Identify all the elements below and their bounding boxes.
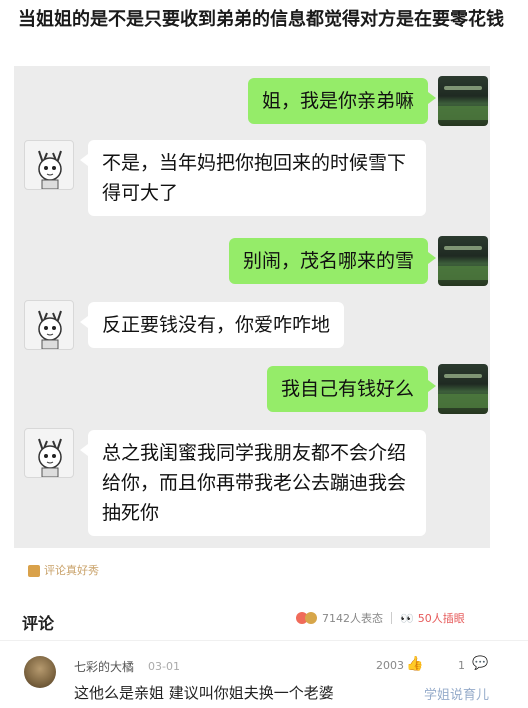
sister-avatar: [24, 300, 74, 350]
watching-count[interactable]: 50人插眼: [418, 610, 465, 626]
self-avatar: [438, 76, 488, 126]
self-avatar: [438, 364, 488, 414]
emoji-icon: [28, 565, 40, 577]
sister-avatar: [24, 140, 74, 190]
comment-date: 03-01: [148, 660, 180, 673]
chat-screenshot: 姐，我是你亲弟嘛 不是，当年妈把你抱回来的时候雪下得可大了 别闹，茂名哪来的雪 …: [14, 66, 490, 548]
commenter-name[interactable]: 七彩的大橘: [74, 658, 134, 675]
meme-tag-label: 评论真好秀: [44, 564, 99, 577]
chat-bubble-left: 总之我闺蜜我同学我朋友都不会介绍给你，而且你再带我老公去蹦迪我会抽死你: [80, 430, 426, 536]
chat-bubble-right: 别闹，茂名哪来的雪: [228, 238, 437, 284]
post-title: 当姐姐的是不是只要收到弟弟的信息都觉得对方是在要零花钱: [18, 9, 504, 30]
anime-girl-icon: [38, 150, 62, 189]
chat-bubble-right: 姐，我是你亲弟嘛: [247, 78, 437, 124]
divider: [391, 612, 392, 624]
commenter-avatar[interactable]: [24, 656, 56, 688]
sister-avatar: [24, 428, 74, 478]
reply-icon[interactable]: 💬: [472, 656, 488, 671]
self-avatar: [438, 236, 488, 286]
anime-girl-icon: [38, 438, 62, 477]
watermark: 学姐说育儿: [424, 688, 490, 703]
reaction-count: 7142人表态: [322, 612, 383, 625]
chat-bubble-left: 反正要钱没有，你爱咋咋地: [79, 302, 345, 348]
reaction-bar[interactable]: 7142人表态 👀 50人插眼: [296, 610, 465, 626]
comments-header: 评论: [22, 614, 55, 633]
meme-tag[interactable]: 评论真好秀: [28, 562, 99, 578]
comment-text: 这他么是亲姐 建议叫你姐夫换一个老婆: [74, 684, 334, 702]
chat-bubble-right: 我自己有钱好么: [266, 366, 437, 412]
comment-reply-count: 1: [458, 659, 465, 672]
eyes-icon: 👀: [400, 611, 414, 625]
reaction-icon: [305, 612, 317, 624]
thumbs-up-icon[interactable]: 👍: [406, 656, 423, 672]
divider: [0, 640, 528, 641]
comment-like-count: 2003: [376, 659, 404, 672]
anime-girl-icon: [38, 310, 62, 349]
chat-bubble-left: 不是，当年妈把你抱回来的时候雪下得可大了: [80, 140, 426, 216]
